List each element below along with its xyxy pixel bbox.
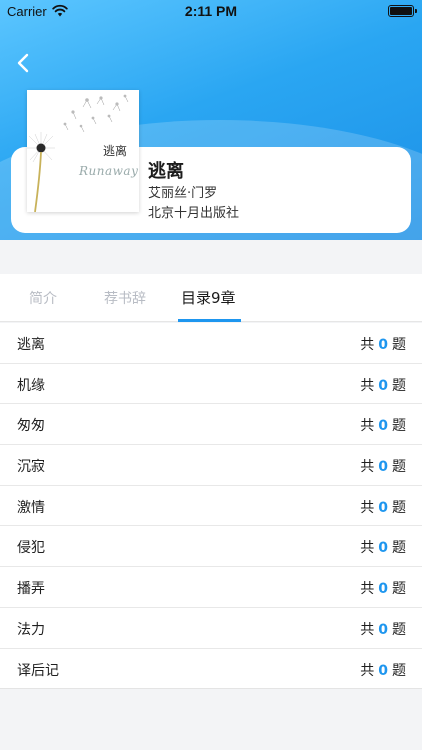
chapter-row[interactable]: 播弄 共0题 <box>0 567 422 608</box>
clock: 2:11 PM <box>184 3 238 19</box>
chapter-name: 激情 <box>17 499 45 516</box>
count-value: 0 <box>378 418 388 435</box>
cover-subtitle: Runaway <box>79 164 139 178</box>
question-count: 共0题 <box>360 497 406 517</box>
tab-bar: 简介 荐书辞 目录9章 <box>0 274 422 322</box>
question-count: 共0题 <box>360 578 406 598</box>
count-value: 0 <box>378 499 388 516</box>
question-count: 共0题 <box>360 334 406 354</box>
count-suffix: 题 <box>392 540 406 557</box>
count-suffix: 题 <box>392 662 406 679</box>
question-count: 共0题 <box>360 537 406 557</box>
chapter-name: 逃离 <box>17 337 45 353</box>
chapter-row[interactable]: 沉寂 共0题 <box>0 445 422 486</box>
battery-icon <box>388 5 417 17</box>
count-prefix: 共 <box>360 377 375 394</box>
count-prefix: 共 <box>360 418 375 435</box>
count-value: 0 <box>378 581 388 598</box>
count-prefix: 共 <box>360 662 375 679</box>
question-count: 共0题 <box>360 660 406 680</box>
book-author: 艾丽丝·门罗 <box>148 186 218 201</box>
question-count: 共0题 <box>360 415 406 435</box>
count-suffix: 题 <box>392 621 406 638</box>
count-value: 0 <box>378 621 388 638</box>
chapter-row[interactable]: 匆匆 共0题 <box>0 404 422 446</box>
count-prefix: 共 <box>360 581 375 598</box>
count-suffix: 题 <box>392 581 406 598</box>
count-suffix: 题 <box>392 377 406 394</box>
chapter-name: 法力 <box>17 621 45 638</box>
count-suffix: 题 <box>392 337 406 353</box>
chevron-left-icon <box>17 53 29 73</box>
count-prefix: 共 <box>360 540 375 557</box>
book-publisher: 北京十月出版社 <box>148 206 240 221</box>
count-prefix: 共 <box>360 621 375 638</box>
count-suffix: 题 <box>392 459 406 476</box>
count-value: 0 <box>378 459 388 476</box>
count-value: 0 <box>378 662 388 679</box>
count-value: 0 <box>378 377 388 394</box>
book-cover[interactable]: 逃离 Runaway <box>27 90 139 212</box>
active-tab-indicator <box>178 319 241 322</box>
question-count: 共0题 <box>360 375 406 395</box>
chapter-row[interactable]: 逃离 共0题 <box>0 323 422 364</box>
book-title: 逃离 <box>148 161 184 182</box>
question-count: 共0题 <box>360 456 406 476</box>
count-value: 0 <box>378 337 388 353</box>
count-prefix: 共 <box>360 499 375 516</box>
chapter-list: 逃离 共0题 机缘 共0题 匆匆 共0题 沉寂 共0题 激情 共0题 侵犯 共0… <box>0 323 422 690</box>
count-suffix: 题 <box>392 499 406 516</box>
chapter-name: 播弄 <box>17 581 45 598</box>
chapter-row[interactable]: 法力 共0题 <box>0 608 422 649</box>
chapter-row[interactable]: 侵犯 共0题 <box>0 526 422 568</box>
chapter-row[interactable]: 译后记 共0题 <box>0 649 422 690</box>
chapter-name: 译后记 <box>17 662 59 679</box>
chapter-name: 侵犯 <box>17 540 45 557</box>
tab-intro[interactable]: 简介 <box>29 288 57 308</box>
chapter-name: 匆匆 <box>17 418 45 435</box>
back-button[interactable] <box>8 48 38 78</box>
chapter-row[interactable]: 激情 共0题 <box>0 486 422 527</box>
count-prefix: 共 <box>360 337 375 353</box>
chapter-name: 沉寂 <box>17 459 45 476</box>
chapter-name: 机缘 <box>17 377 45 394</box>
count-suffix: 题 <box>392 418 406 435</box>
status-bar: Carrier 2:11 PM <box>0 0 422 24</box>
count-prefix: 共 <box>360 459 375 476</box>
cover-title: 逃离 <box>103 144 128 158</box>
question-count: 共0题 <box>360 619 406 639</box>
count-value: 0 <box>378 540 388 557</box>
tab-recommendation[interactable]: 荐书辞 <box>104 288 146 308</box>
tab-contents[interactable]: 目录9章 <box>181 287 236 308</box>
chapter-row[interactable]: 机缘 共0题 <box>0 364 422 405</box>
